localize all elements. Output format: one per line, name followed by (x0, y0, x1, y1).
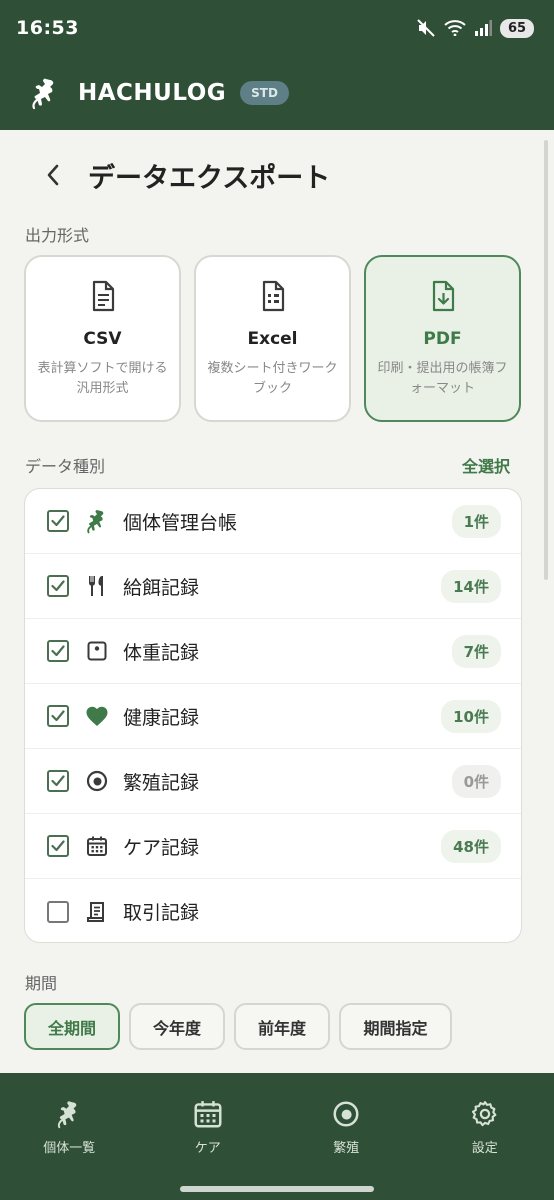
nav-item-individuals[interactable]: 個体一覧 (19, 1099, 119, 1200)
data-type-label: 個体管理台帳 (123, 511, 238, 534)
check-icon (51, 515, 65, 527)
data-type-list: 個体管理台帳 1件 給餌記録 14件 体重記録 7件 健康記録 10件 繁殖記録… (24, 488, 522, 943)
check-icon (51, 580, 65, 592)
data-type-label: 給餌記録 (123, 576, 200, 599)
format-card-csv[interactable]: CSV 表計算ソフトで開ける汎用形式 (24, 255, 181, 422)
count-badge: 48件 (441, 829, 501, 863)
period-options: 全期間 今年度 前年度 期間指定 (24, 1003, 452, 1050)
data-type-row[interactable]: 体重記録 7件 (25, 619, 521, 684)
battery-indicator: 65 (500, 18, 534, 38)
check-icon (51, 710, 65, 722)
scale-icon (84, 638, 110, 664)
gecko-icon (58, 1101, 77, 1129)
mute-icon (417, 19, 435, 37)
checkbox-checked[interactable] (47, 640, 69, 662)
data-type-row[interactable]: 個体管理台帳 1件 (25, 489, 521, 554)
period-label: 期間 (25, 974, 58, 993)
heart-icon (84, 703, 110, 729)
check-icon (51, 840, 65, 852)
status-time: 16:53 (16, 17, 79, 39)
data-type-row[interactable]: 繁殖記録 0件 (25, 749, 521, 814)
checkbox-checked[interactable] (47, 835, 69, 857)
count-badge: 7件 (451, 634, 501, 668)
page-title: データエクスポート (88, 162, 331, 194)
nav-label: ケア (194, 1141, 221, 1156)
scrollbar[interactable] (544, 140, 548, 580)
format-description: 複数シート付きワークブック (207, 361, 338, 396)
format-name: Excel (247, 329, 298, 349)
format-description: 印刷・提出用の帳簿フォーマット (377, 361, 508, 396)
nav-label: 個体一覧 (43, 1141, 96, 1156)
signal-icon (475, 20, 492, 36)
format-description: 表計算ソフトで開ける汎用形式 (37, 361, 168, 396)
format-options: CSV 表計算ソフトで開ける汎用形式 Excel 複数シート付きワークブック P… (24, 255, 521, 422)
data-type-label: 健康記録 (123, 706, 200, 729)
status-bar: 16:53 65 (0, 0, 554, 56)
data-type-row[interactable]: 健康記録 10件 (25, 684, 521, 749)
data-type-row[interactable]: ケア記録 48件 (25, 814, 521, 879)
count-badge: 1件 (451, 504, 501, 538)
format-name: PDF (423, 329, 462, 349)
checkbox-checked[interactable] (47, 510, 69, 532)
check-icon (51, 775, 65, 787)
format-card-pdf[interactable]: PDF 印刷・提出用の帳簿フォーマット (364, 255, 521, 422)
wifi-icon (444, 20, 466, 36)
plan-badge: STD (240, 81, 289, 105)
gear-icon (471, 1101, 497, 1127)
bottom-nav: 個体一覧 ケア 繁殖 設定 (0, 1073, 554, 1200)
count-badge: 10件 (441, 699, 501, 733)
document-download-icon (432, 280, 454, 312)
nav-label: 設定 (471, 1141, 498, 1156)
checkbox-checked[interactable] (47, 705, 69, 727)
data-type-label: ケア記録 (123, 836, 200, 859)
period-last-year-button[interactable]: 前年度 (234, 1003, 330, 1050)
nav-item-care[interactable]: ケア (158, 1099, 258, 1200)
nav-item-breeding[interactable]: 繁殖 (296, 1099, 396, 1200)
receipt-icon (84, 899, 110, 925)
output-format-label: 出力形式 (25, 226, 90, 245)
format-name: CSV (83, 329, 122, 349)
period-custom-button[interactable]: 期間指定 (339, 1003, 452, 1050)
checkbox-checked[interactable] (47, 575, 69, 597)
back-button[interactable] (38, 160, 68, 190)
count-badge: 0件 (451, 764, 501, 798)
data-type-row[interactable]: 取引記録 (25, 879, 521, 942)
period-this-year-button[interactable]: 今年度 (129, 1003, 225, 1050)
app-title: HACHULOG (78, 80, 227, 106)
data-types-label: データ種別 (25, 457, 106, 476)
nav-label: 繁殖 (333, 1141, 360, 1156)
app-header: HACHULOG STD (0, 56, 554, 130)
data-type-label: 体重記録 (123, 641, 200, 664)
data-type-label: 繁殖記録 (123, 771, 200, 794)
data-type-label: 取引記録 (123, 902, 200, 924)
nav-item-settings[interactable]: 設定 (435, 1099, 535, 1200)
calendar-icon (194, 1101, 222, 1128)
chevron-left-icon (47, 164, 59, 186)
data-type-row[interactable]: 給餌記録 14件 (25, 554, 521, 619)
checkbox-checked[interactable] (47, 770, 69, 792)
spreadsheet-icon (262, 280, 284, 312)
home-indicator (180, 1186, 374, 1192)
gecko-logo-icon (32, 78, 54, 110)
checkbox-unchecked[interactable] (47, 900, 69, 923)
egg-icon (84, 768, 110, 794)
document-lines-icon (92, 280, 114, 312)
period-all-button[interactable]: 全期間 (24, 1003, 120, 1050)
gecko-icon (84, 508, 110, 534)
utensils-icon (84, 573, 110, 599)
format-card-excel[interactable]: Excel 複数シート付きワークブック (194, 255, 351, 422)
egg-icon (333, 1101, 359, 1127)
count-badge: 14件 (441, 569, 501, 603)
select-all-button[interactable]: 全選択 (462, 453, 510, 477)
check-icon (51, 645, 65, 657)
page-header: データエクスポート (0, 150, 554, 200)
status-icons: 65 (416, 18, 534, 38)
calendar-icon (84, 833, 110, 859)
